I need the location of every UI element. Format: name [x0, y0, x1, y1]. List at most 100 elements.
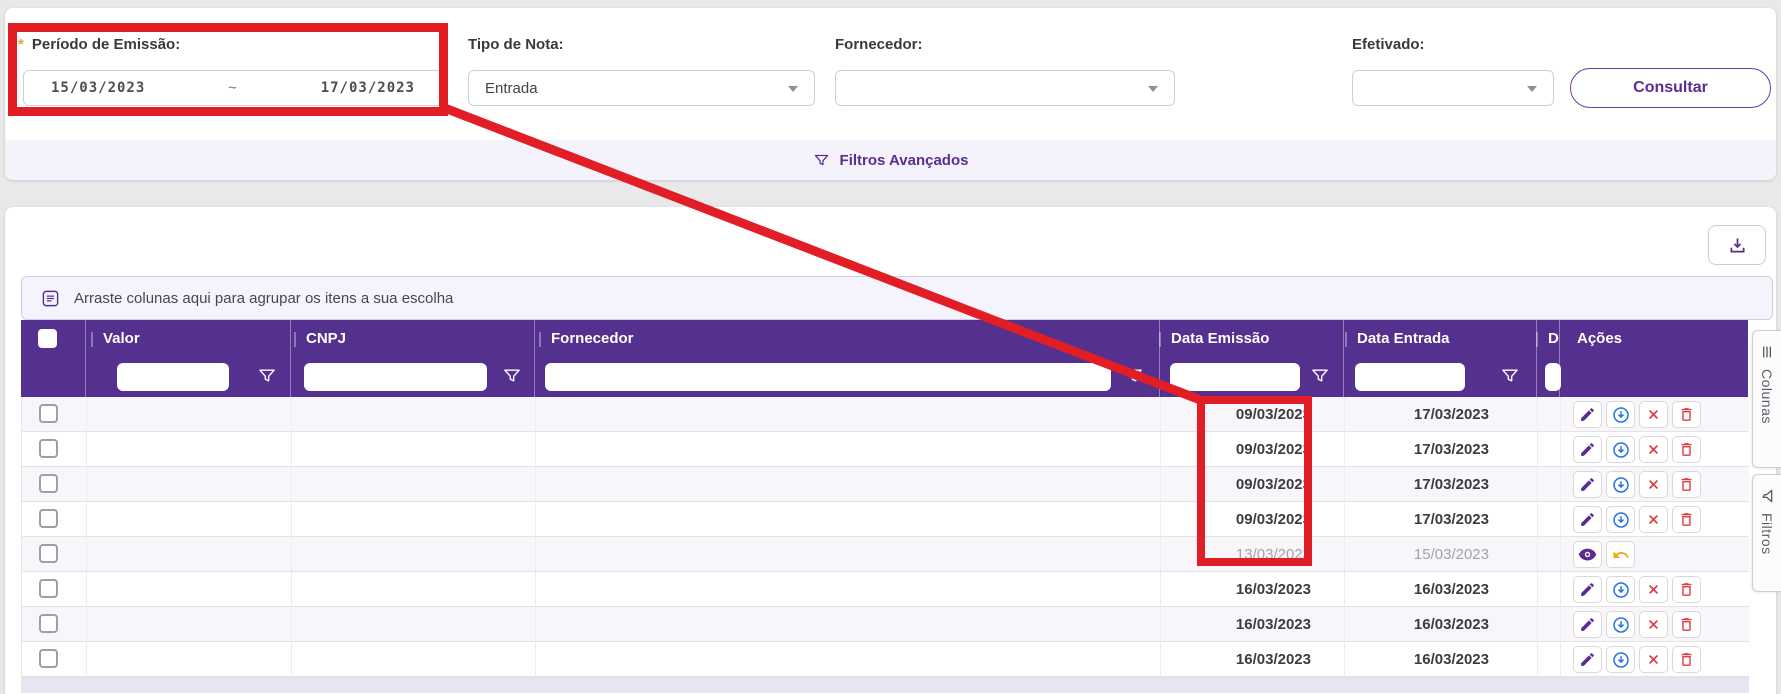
- side-tab-filtros-label: Filtros: [1759, 513, 1775, 555]
- cell-data-entrada: 17/03/2023: [1344, 432, 1489, 467]
- row-checkbox[interactable]: [39, 474, 58, 493]
- column-drag-handle: [1345, 332, 1347, 347]
- column-header-data_emissao[interactable]: Data Emissão: [1171, 320, 1269, 358]
- download-button[interactable]: [1606, 576, 1635, 603]
- row-checkbox[interactable]: [39, 544, 58, 563]
- cancel-button[interactable]: [1639, 611, 1668, 638]
- cell-data-emissao: 13/03/2023: [1160, 537, 1311, 572]
- column-header-data_entrada[interactable]: Data Entrada: [1357, 320, 1450, 358]
- cell-data-emissao: 09/03/2023: [1160, 467, 1311, 502]
- view-button[interactable]: [1573, 541, 1602, 568]
- column-filter-input-fornecedor[interactable]: [545, 363, 1111, 391]
- download-button[interactable]: [1606, 646, 1635, 673]
- column-separator: [85, 320, 86, 397]
- efetivado-select[interactable]: [1352, 70, 1554, 106]
- column-drag-handle: [539, 332, 541, 347]
- cancel-button[interactable]: [1639, 471, 1668, 498]
- row-checkbox[interactable]: [39, 509, 58, 528]
- table-row: 09/03/202317/03/2023: [22, 502, 1749, 537]
- cell-data-entrada: 15/03/2023: [1344, 537, 1489, 572]
- column-header-fornecedor[interactable]: Fornecedor: [551, 320, 634, 358]
- cell-data-emissao: 09/03/2023: [1160, 432, 1311, 467]
- download-button[interactable]: [1606, 401, 1635, 428]
- side-tab-filtros[interactable]: Filtros: [1752, 474, 1781, 592]
- column-separator: [1344, 397, 1345, 677]
- row-checkbox[interactable]: [39, 439, 58, 458]
- delete-button[interactable]: [1672, 506, 1701, 533]
- cancel-button[interactable]: [1639, 401, 1668, 428]
- delete-button[interactable]: [1672, 611, 1701, 638]
- cell-data-entrada: 17/03/2023: [1344, 397, 1489, 432]
- download-button[interactable]: [1606, 436, 1635, 463]
- edit-button[interactable]: [1573, 576, 1602, 603]
- row-actions: [1573, 436, 1701, 463]
- cell-data-emissao: 16/03/2023: [1160, 642, 1311, 677]
- table-row: 13/03/2023 15/03/2023: [22, 537, 1749, 572]
- column-filter-funnel-icon[interactable]: [1500, 366, 1522, 388]
- periodo-emissao-range-input[interactable]: 15/03/2023 ~ 17/03/2023: [23, 70, 443, 106]
- consultar-button[interactable]: Consultar: [1570, 68, 1771, 108]
- row-checkbox[interactable]: [39, 579, 58, 598]
- column-filter-input-data_emissao[interactable]: [1170, 363, 1300, 391]
- row-checkbox[interactable]: [39, 649, 58, 668]
- cancel-button[interactable]: [1639, 506, 1668, 533]
- table-row: 09/03/2023 17/03/2023: [22, 432, 1749, 467]
- cancel-button[interactable]: [1639, 646, 1668, 673]
- row-actions: [1573, 541, 1635, 568]
- column-filter-funnel-icon[interactable]: [257, 366, 279, 388]
- tipo-de-nota-select[interactable]: Entrada: [468, 70, 815, 106]
- edit-button[interactable]: [1573, 471, 1602, 498]
- side-tab-colunas-label: Colunas: [1759, 369, 1775, 424]
- row-checkbox[interactable]: [39, 404, 58, 423]
- column-header-acoes[interactable]: Ações: [1577, 320, 1622, 358]
- table-row: 09/03/202317/03/2023: [22, 467, 1749, 502]
- column-group-dropzone[interactable]: Arraste colunas aqui para agrupar os ite…: [21, 276, 1773, 320]
- column-header-d[interactable]: D: [1548, 320, 1559, 358]
- cell-data-emissao: 09/03/2023: [1160, 502, 1311, 537]
- column-filter-input-valor[interactable]: [117, 363, 229, 391]
- required-asterisk: *: [18, 36, 24, 53]
- delete-button[interactable]: [1672, 471, 1701, 498]
- fornecedor-select[interactable]: [835, 70, 1175, 106]
- edit-button[interactable]: [1573, 646, 1602, 673]
- column-filter-input-data_entrada[interactable]: [1355, 363, 1465, 391]
- cancel-button[interactable]: [1639, 436, 1668, 463]
- cancel-button[interactable]: [1639, 576, 1668, 603]
- row-actions: [1573, 506, 1701, 533]
- download-button[interactable]: [1606, 506, 1635, 533]
- chevron-down-icon: [1148, 86, 1158, 92]
- cell-data-emissao: 09/03/2023: [1160, 397, 1311, 432]
- efetivado-label: Efetivado:: [1352, 36, 1425, 53]
- column-filter-funnel-icon[interactable]: [1310, 366, 1332, 388]
- cell-data-emissao: 16/03/2023: [1160, 607, 1311, 642]
- table-row: 09/03/2023 17/03/2023: [22, 397, 1749, 432]
- select-all-checkbox[interactable]: [38, 329, 57, 348]
- column-filter-funnel-icon[interactable]: [502, 366, 524, 388]
- date-end-value: 17/03/2023: [321, 80, 415, 96]
- download-button[interactable]: [1606, 471, 1635, 498]
- delete-button[interactable]: [1672, 401, 1701, 428]
- fornecedor-label: Fornecedor:: [835, 36, 923, 53]
- column-filter-funnel-icon[interactable]: [1124, 366, 1146, 388]
- cell-data-emissao: 16/03/2023: [1160, 572, 1311, 607]
- edit-button[interactable]: [1573, 401, 1602, 428]
- row-checkbox[interactable]: [39, 614, 58, 633]
- group-hint-text: Arraste colunas aqui para agrupar os ite…: [74, 290, 453, 307]
- advanced-filters-link[interactable]: Filtros Avançados: [5, 140, 1776, 180]
- edit-button[interactable]: [1573, 506, 1602, 533]
- delete-button[interactable]: [1672, 646, 1701, 673]
- column-drag-handle: [294, 332, 296, 347]
- column-separator: [535, 397, 536, 677]
- column-header-cnpj[interactable]: CNPJ: [306, 320, 346, 358]
- delete-button[interactable]: [1672, 436, 1701, 463]
- undo-button[interactable]: [1606, 541, 1635, 568]
- download-button[interactable]: [1606, 611, 1635, 638]
- edit-button[interactable]: [1573, 611, 1602, 638]
- edit-button[interactable]: [1573, 436, 1602, 463]
- column-filter-input-cnpj[interactable]: [304, 363, 487, 391]
- delete-button[interactable]: [1672, 576, 1701, 603]
- export-button[interactable]: [1708, 225, 1766, 265]
- column-header-valor[interactable]: Valor: [103, 320, 140, 358]
- column-separator: [1537, 397, 1538, 677]
- side-tab-colunas[interactable]: Colunas: [1752, 330, 1781, 468]
